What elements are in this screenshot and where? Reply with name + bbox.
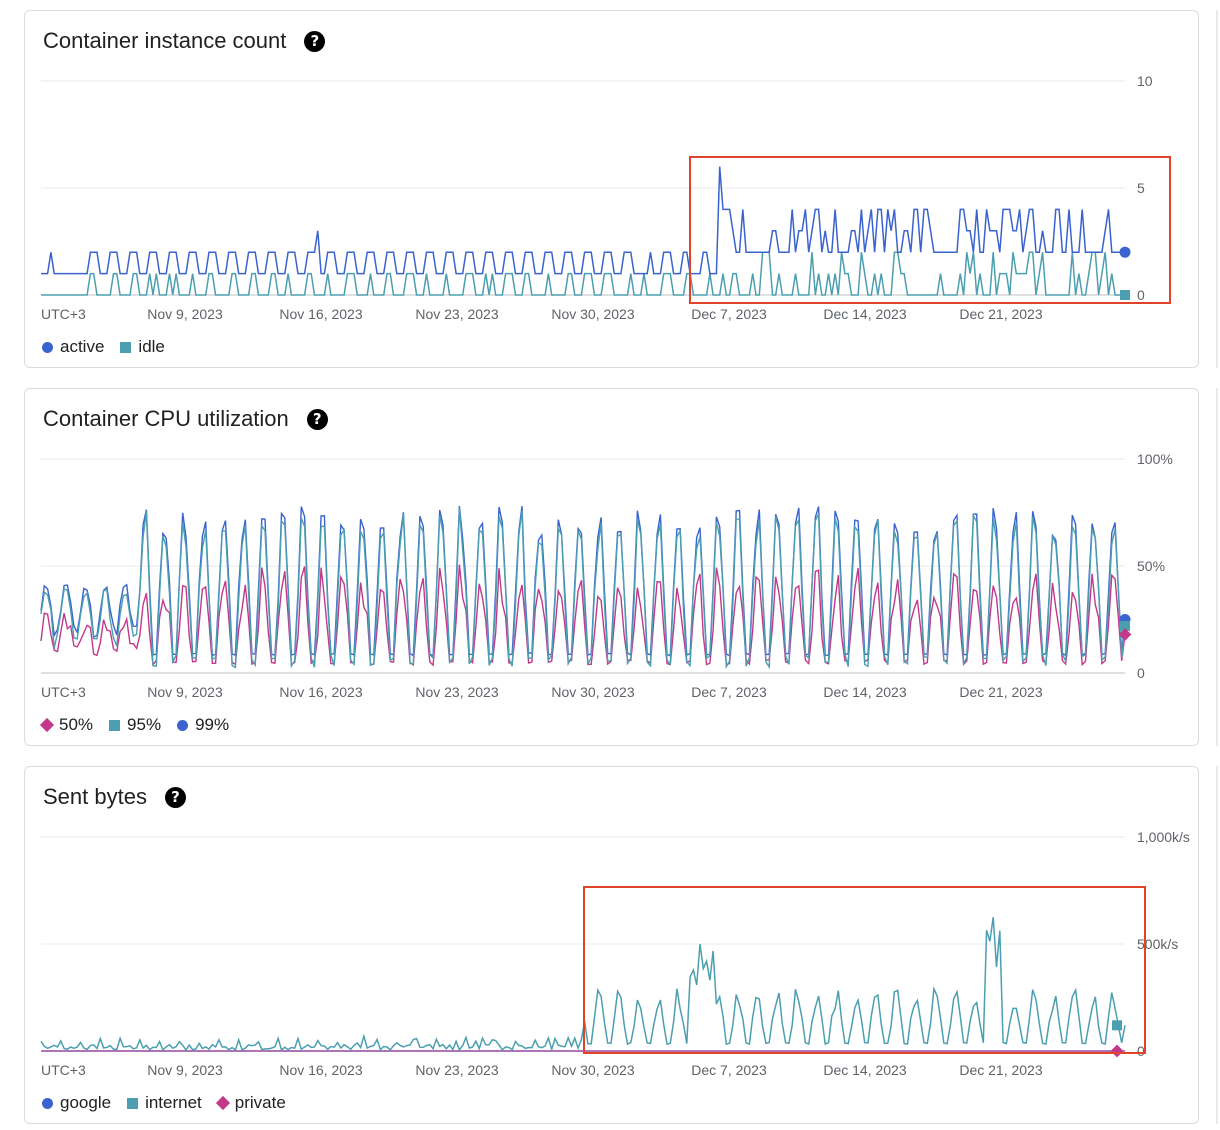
circle-marker-icon [177,719,189,731]
diamond-marker-icon [39,717,55,733]
end-marker-internet [1112,1020,1122,1031]
legend-label: private [234,1093,286,1112]
scroll-edge [1216,766,1218,1124]
x-tick-label: Nov 30, 2023 [551,306,634,322]
x-tick-label: Nov 9, 2023 [147,1062,223,1078]
x-tick-label: Nov 16, 2023 [279,1062,362,1078]
legend-item-active[interactable]: active [42,337,104,357]
square-marker-icon [120,341,132,353]
cpu-utilization-legend: 50% 95% 99% [39,715,229,735]
instance-count-chart: 10 5 0 UTC+3 Nov 9, 2023 Nov 16, 2023 Nov 23, … [41,73,1171,322]
timezone-label: UTC+3 [41,1062,86,1078]
x-tick-label: Dec 14, 2023 [823,1062,906,1078]
legend-label: 95% [127,715,162,734]
x-tick-label: Dec 14, 2023 [823,684,906,700]
square-marker-icon [127,1097,139,1109]
series-line-active [41,166,1125,275]
scroll-edge [1216,388,1218,746]
legend-label: 99% [195,715,230,734]
square-marker-icon [109,719,121,731]
x-tick-label: Nov 16, 2023 [279,684,362,700]
y-tick-label: 0 [1137,1043,1145,1059]
end-marker-idle [1120,290,1130,300]
sent-bytes-card: Sent bytes ? 1,000k/s 500k/s 0 UTC+3 Nov 9, … [24,766,1199,1124]
legend-label: internet [145,1093,202,1112]
x-tick-label: Nov 30, 2023 [551,684,634,700]
end-marker-active [1119,246,1131,258]
x-tick-label: Dec 7, 2023 [691,306,767,322]
y-tick-label: 5 [1137,180,1145,196]
x-tick-label: Nov 9, 2023 [147,684,223,700]
timezone-label: UTC+3 [41,306,86,322]
legend-item-google[interactable]: google [42,1093,111,1113]
instance-count-card: Container instance count ? 10 5 0 UTC+3 Nov … [24,10,1199,368]
x-tick-label: Dec 21, 2023 [959,684,1042,700]
legend-item-private[interactable]: private [215,1093,286,1113]
y-tick-label: 0 [1137,665,1145,681]
y-tick-label: 500k/s [1137,936,1178,952]
x-tick-label: Dec 7, 2023 [691,684,767,700]
x-tick-label: Dec 14, 2023 [823,306,906,322]
legend-label: google [60,1093,112,1112]
x-tick-label: Nov 23, 2023 [415,1062,498,1078]
highlight-box [583,886,1146,1054]
x-tick-label: Dec 7, 2023 [691,1062,767,1078]
y-tick-label: 50% [1137,558,1165,574]
legend-item-p95[interactable]: 95% [109,715,161,735]
sent-bytes-legend: google internet private [42,1093,286,1113]
y-tick-label: 0 [1137,287,1145,303]
circle-marker-icon [42,1097,53,1109]
diamond-marker-icon [215,1095,230,1111]
x-tick-label: Dec 21, 2023 [959,1062,1042,1078]
legend-label: active [60,337,105,356]
legend-item-p99[interactable]: 99% [177,715,229,735]
legend-item-p50[interactable]: 50% [39,715,94,735]
x-tick-label: Nov 9, 2023 [147,306,223,322]
y-tick-label: 10 [1137,73,1153,89]
legend-item-idle[interactable]: idle [120,337,165,357]
instance-count-legend: active idle [42,337,165,357]
legend-label: 50% [59,715,94,734]
x-tick-label: Nov 23, 2023 [415,684,498,700]
x-tick-label: Nov 23, 2023 [415,306,498,322]
cpu-utilization-card: Container CPU utilization ? 100% 50% 0 UTC+… [24,388,1199,746]
end-marker-private [1110,1044,1124,1058]
x-tick-label: Nov 30, 2023 [551,1062,634,1078]
y-tick-label: 100% [1137,451,1173,467]
sent-bytes-chart: 1,000k/s 500k/s 0 UTC+3 Nov 9, 2023 Nov 16, 2… [40,829,1190,1078]
timezone-label: UTC+3 [41,684,86,700]
scroll-edge [1216,10,1218,368]
x-tick-label: Dec 21, 2023 [959,306,1042,322]
y-tick-label: 1,000k/s [1137,829,1190,845]
legend-item-internet[interactable]: internet [127,1093,202,1113]
circle-marker-icon [42,341,53,353]
cpu-utilization-chart: 100% 50% 0 UTC+3 Nov 9, 2023 Nov 16, 2023 Nov … [40,451,1173,700]
legend-label: idle [138,337,165,356]
x-tick-label: Nov 16, 2023 [279,306,362,322]
